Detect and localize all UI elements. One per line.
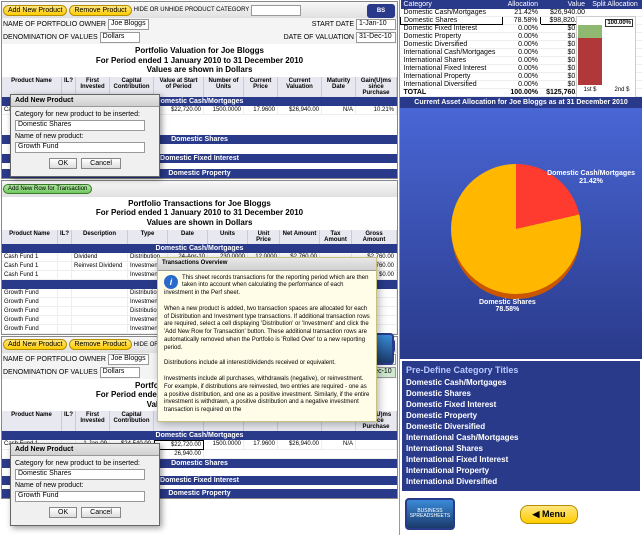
category-item[interactable]: International Diversified (406, 476, 636, 487)
split-bar-chart: 100.00% 1st $ 2nd $ (576, 16, 636, 98)
valuation-date-label: DATE OF VALUATION (284, 34, 354, 41)
denom-field[interactable]: Dollars (100, 32, 140, 43)
menu-button[interactable]: ◀ Menu (520, 505, 579, 524)
category-item[interactable]: International Property (406, 465, 636, 476)
category-list-header: Pre-Define Category Titles (406, 365, 636, 375)
values-title: Values are shown in Dollars (4, 65, 395, 75)
pie-label-cash: Domestic Cash/Mortgages21.42% (547, 170, 635, 185)
valuation-panel: Add New Product Remove Product HIDE OR U… (1, 1, 398, 179)
add-row-button[interactable]: Add New Row for Transaction (3, 184, 92, 194)
brand-badge: BUSINESS SPREADSHEETS (405, 498, 455, 530)
category-item[interactable]: Domestic Shares (406, 388, 636, 399)
add-new-product-button-2[interactable]: Add New Product (3, 339, 67, 350)
left-column: Add New Product Remove Product HIDE OR U… (0, 0, 400, 535)
hide-select[interactable] (251, 5, 301, 16)
add-new-product-button[interactable]: Add New Product (3, 5, 67, 16)
dialog-name-input[interactable]: Growth Fund (15, 142, 145, 153)
pie-label-shares: Domestic Shares78.58% (479, 299, 536, 314)
owner-name-label: NAME OF PORTFOLIO OWNER (3, 21, 106, 28)
period-title: For Period ended 1 January 2010 to 31 De… (4, 56, 395, 66)
hide-category-label: HIDE OR UNHIDE PRODUCT CATEGORY (134, 7, 250, 13)
dialog-cat-label: Category for new product to be inserted: (15, 111, 155, 118)
dialog-ok-button[interactable]: OK (49, 158, 77, 169)
tx-cash-band: Domestic Cash/Mortgages (2, 244, 397, 253)
category-item[interactable]: International Cash/Mortgages (406, 432, 636, 443)
valuation-date-field[interactable]: 31-Dec-10 (356, 32, 396, 43)
owner-name-field[interactable]: Joe Bloggs (108, 19, 149, 30)
tx-period: For Period ended 1 January 2010 to 31 De… (4, 208, 395, 218)
transactions-panel: Add New Row for Transaction Portfolio Tr… (1, 180, 398, 335)
pie-title: Current Asset Allocation for Joe Bloggs … (400, 97, 642, 108)
toolbar: Add New Product Remove Product HIDE OR U… (2, 2, 397, 18)
add-product-dialog: Add New Product Category for new product… (10, 94, 160, 177)
dialog-cancel-button[interactable]: Cancel (81, 158, 121, 169)
info-icon: i (164, 275, 178, 289)
tx-title: Portfolio Transactions for Joe Bloggs (4, 199, 395, 209)
denom-label: DENOMINATION OF VALUES (3, 34, 98, 41)
category-item[interactable]: Domestic Property (406, 410, 636, 421)
category-item[interactable]: International Shares (406, 443, 636, 454)
category-item[interactable]: International Fixed Interest (406, 454, 636, 465)
start-date-field[interactable]: 1-Jan-10 (356, 19, 396, 30)
right-column: CategoryAllocationValueSplit Allocation … (400, 0, 642, 535)
tooltip-overview: Transactions Overview i This sheet recor… (157, 257, 377, 422)
remove-product-button-2[interactable]: Remove Product (69, 339, 131, 350)
tooltip-title: Transactions Overview (158, 258, 376, 271)
logo-icon: BS (367, 4, 395, 18)
pie-chart-section: Current Asset Allocation for Joe Bloggs … (400, 97, 642, 359)
add-product-dialog-2: Add New Product Category for new product… (10, 443, 160, 526)
category-list: Pre-Define Category Titles Domestic Cash… (402, 361, 640, 491)
category-item[interactable]: Domestic Cash/Mortgages (406, 377, 636, 388)
start-date-label: START DATE (312, 21, 354, 28)
remove-product-button[interactable]: Remove Product (69, 5, 131, 16)
tx-header: Product NameIL? DescriptionType DateUnit… (2, 230, 397, 244)
dialog-cat-select[interactable]: Domestic Shares (15, 120, 145, 131)
dialog-name-label: Name of new product: (15, 133, 155, 140)
tx-values: Values are shown in Dollars (4, 218, 395, 228)
valuation-title: Portfolio Valuation for Joe Bloggs (4, 46, 395, 56)
dialog-title: Add New Product (11, 95, 159, 107)
category-item[interactable]: Domestic Diversified (406, 421, 636, 432)
category-item[interactable]: Domestic Fixed Interest (406, 399, 636, 410)
